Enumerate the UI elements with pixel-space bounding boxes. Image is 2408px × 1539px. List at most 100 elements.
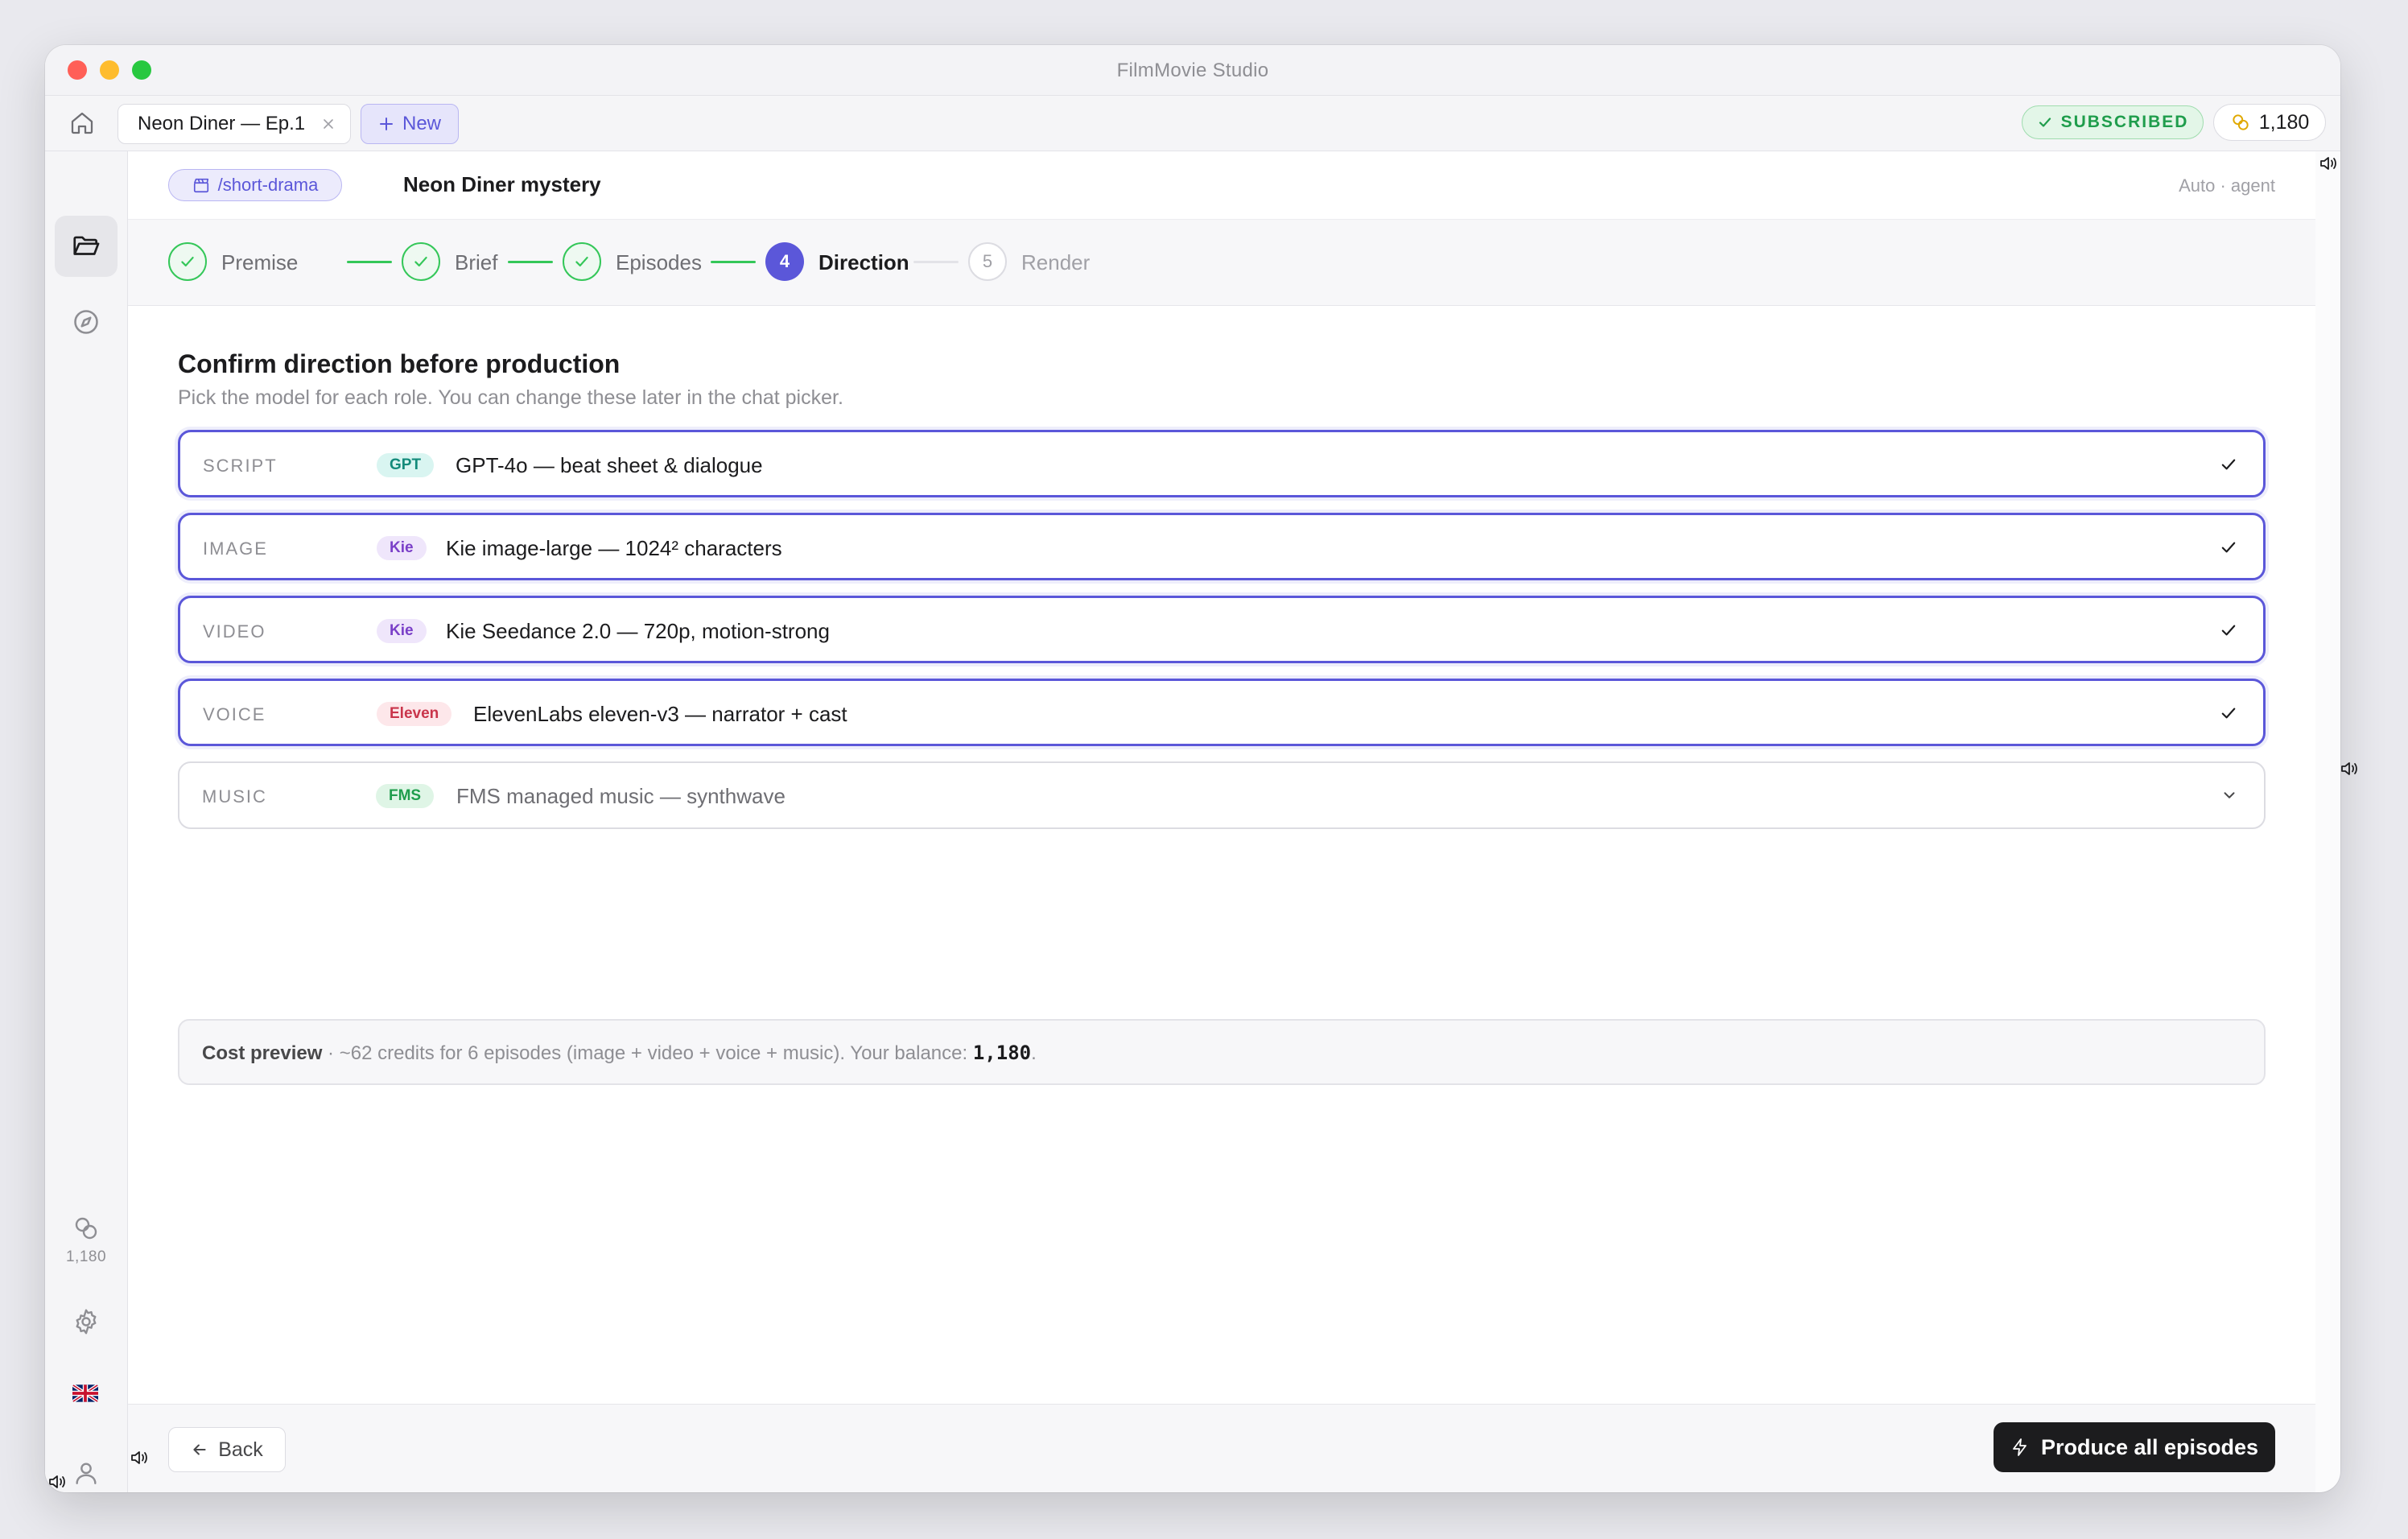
sidebar: 1,180 [45, 151, 128, 1492]
user-icon [76, 1463, 97, 1484]
credits-pill[interactable]: 1,180 [2213, 104, 2326, 141]
home-button[interactable] [64, 105, 100, 141]
check-icon [575, 256, 588, 267]
coins-icon [2233, 114, 2249, 130]
provider-badge-eleven: Eleven [377, 702, 452, 726]
tab-close-button[interactable] [320, 115, 337, 133]
step-direction-label[interactable]: Direction [818, 250, 909, 275]
language-button[interactable] [72, 1384, 98, 1402]
clapperboard-icon [193, 178, 208, 193]
cost-preview: Cost preview · ~62 credits for 6 episode… [178, 1019, 2266, 1085]
plus-icon [379, 118, 393, 130]
subscription-badge: SUBSCRIBED [2022, 105, 2204, 139]
step-connector [508, 261, 553, 263]
new-tab-label: New [402, 113, 441, 134]
back-button[interactable]: Back [168, 1427, 286, 1472]
footer-bar: Back Produce all episodes [128, 1404, 2315, 1492]
speaker-icon[interactable] [2339, 760, 2360, 778]
step-premise-indicator[interactable] [168, 242, 207, 281]
role-model: Kie image-large — 1024² characters [446, 536, 782, 560]
step-episodes-indicator[interactable] [563, 242, 601, 281]
compass-icon [74, 310, 98, 334]
tab-bar: Neon Diner — Ep.1 New SUBSCRIBED 1,180 [45, 96, 2340, 151]
check-icon [2218, 454, 2239, 475]
provider-badge-gpt: GPT [377, 453, 435, 477]
title-bar: FilmMovie Studio [45, 45, 2340, 96]
sidebar-projects-button[interactable] [55, 216, 118, 277]
speaker-icon[interactable] [129, 1449, 150, 1467]
role-label: MUSIC [202, 786, 267, 807]
role-model: FMS managed music — synthwave [456, 784, 785, 808]
coins-icon [75, 1217, 97, 1240]
role-label: VIDEO [203, 621, 266, 642]
new-tab-button[interactable]: New [361, 104, 459, 144]
role-row-script[interactable]: SCRIPT GPT GPT-4o — beat sheet & dialogu… [178, 430, 2266, 497]
credits-value: 1,180 [2258, 110, 2310, 134]
close-icon [324, 119, 333, 129]
speaker-icon[interactable] [2318, 155, 2339, 172]
folder-open-icon [73, 236, 100, 255]
provider-badge-kie: Kie [377, 619, 427, 643]
step-render-indicator[interactable]: 5 [968, 242, 1007, 281]
arrow-left-icon [193, 1444, 206, 1455]
section-subtitle: Pick the model for each role. You can ch… [178, 386, 843, 409]
check-icon [2039, 118, 2051, 127]
step-brief-indicator[interactable] [402, 242, 440, 281]
subscription-label: SUBSCRIBED [2060, 113, 2189, 131]
cost-preview-label: Cost preview [202, 1042, 323, 1064]
mode-label: Auto · agent [2179, 175, 2275, 196]
main-header: /short-drama Neon Diner mystery Auto · a… [128, 151, 2315, 220]
check-icon [181, 256, 194, 267]
command-chip[interactable]: /short-drama [168, 169, 342, 201]
check-icon [2218, 537, 2239, 558]
section-title: Confirm direction before production [178, 349, 621, 378]
sidebar-settings-button[interactable] [55, 1291, 118, 1352]
window-title: FilmMovie Studio [1116, 60, 1269, 81]
chevron-down-icon[interactable] [2219, 785, 2240, 806]
app-window: FilmMovie Studio Neon Diner — Ep.1 New S… [45, 45, 2340, 1492]
role-row-video[interactable]: VIDEO Kie Kie Seedance 2.0 — 720p, motio… [178, 596, 2266, 663]
check-icon [2218, 620, 2239, 641]
progress-stepper: Premise Brief Episodes 4 Direction 5 Ren… [128, 220, 2315, 306]
produce-label: Produce all episodes [2040, 1434, 2259, 1459]
main-panel: /short-drama Neon Diner mystery Auto · a… [128, 151, 2315, 1492]
role-label: SCRIPT [203, 456, 278, 476]
tab-neon-diner[interactable]: Neon Diner — Ep.1 [118, 104, 351, 144]
lightning-icon [2013, 1438, 2027, 1456]
role-row-image[interactable]: IMAGE Kie Kie image-large — 1024² charac… [178, 513, 2266, 580]
check-icon [2218, 703, 2239, 724]
speaker-icon[interactable] [47, 1473, 68, 1491]
role-row-music[interactable]: MUSIC FMS FMS managed music — synthwave [178, 761, 2266, 829]
back-label: Back [218, 1438, 263, 1461]
check-icon [414, 256, 427, 267]
step-brief-label[interactable]: Brief [455, 250, 497, 275]
step-premise-label[interactable]: Premise [221, 250, 298, 275]
step-render-label[interactable]: Render [1021, 250, 1090, 275]
cost-preview-text: · ~62 credits for 6 episodes (image + vi… [322, 1042, 973, 1064]
step-connector [913, 261, 959, 263]
uk-flag-icon [72, 1384, 98, 1402]
role-row-voice[interactable]: VOICE Eleven ElevenLabs eleven-v3 — narr… [178, 679, 2266, 746]
sidebar-credits[interactable]: 1,180 [45, 1214, 127, 1266]
step-episodes-label[interactable]: Episodes [616, 250, 702, 275]
role-model: Kie Seedance 2.0 — 720p, motion-strong [446, 619, 830, 643]
provider-badge-fms: FMS [376, 784, 435, 808]
step-direction-indicator[interactable]: 4 [765, 242, 804, 281]
gear-icon [76, 1309, 97, 1335]
produce-all-episodes-button[interactable]: Produce all episodes [1994, 1422, 2275, 1472]
cost-preview-end: . [1031, 1042, 1037, 1064]
tab-label: Neon Diner — Ep.1 [138, 113, 306, 134]
home-icon [71, 112, 93, 134]
role-model: ElevenLabs eleven-v3 — narrator + cast [473, 702, 847, 726]
sidebar-explore-button[interactable] [55, 291, 118, 353]
cost-balance: 1,180 [972, 1042, 1032, 1064]
provider-badge-kie: Kie [377, 536, 427, 560]
role-label: IMAGE [203, 538, 268, 559]
role-model: GPT-4o — beat sheet & dialogue [456, 453, 763, 477]
command-label: /short-drama [217, 175, 319, 195]
step-connector [711, 261, 756, 263]
sidebar-credits-value: 1,180 [65, 1248, 107, 1265]
project-title: Neon Diner mystery [403, 172, 601, 196]
role-label: VOICE [203, 704, 266, 724]
step-connector [347, 261, 392, 263]
